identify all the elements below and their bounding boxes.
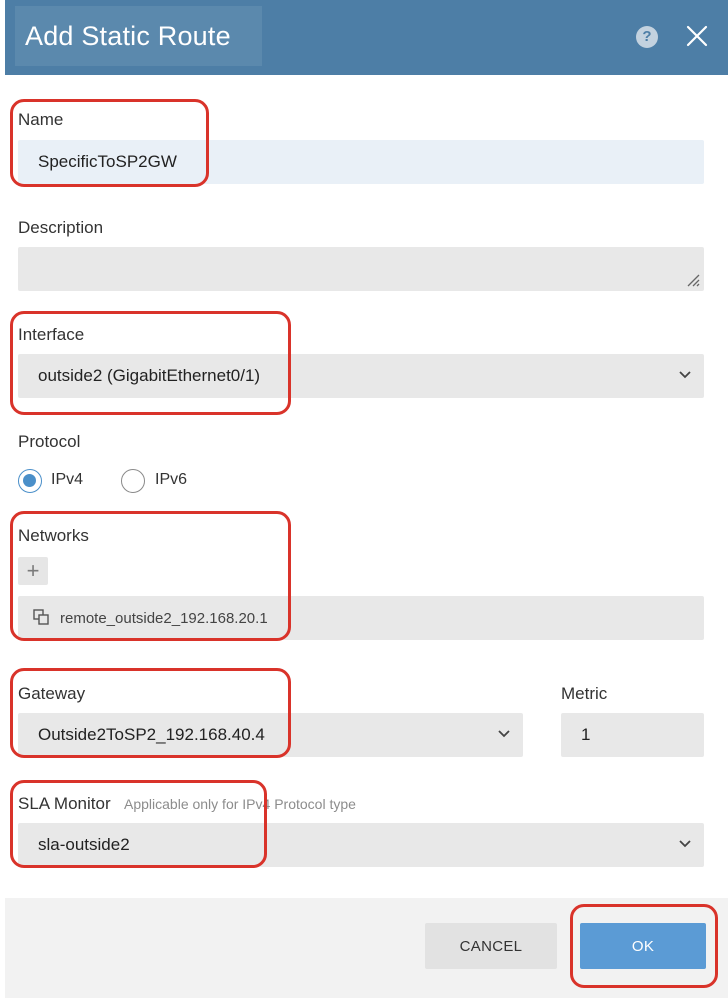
metric-label: Metric [561, 684, 608, 703]
protocol-ipv6-label: IPv6 [155, 471, 188, 488]
description-label: Description [18, 218, 104, 237]
highlight-interface [10, 311, 291, 415]
metric-input[interactable]: 1 [561, 713, 704, 757]
metric-value: 1 [581, 725, 591, 744]
chevron-down-icon [679, 840, 691, 848]
highlight-name [10, 99, 209, 187]
highlight-networks [10, 511, 291, 641]
highlight-sla-monitor [10, 780, 267, 868]
protocol-ipv4-radio[interactable] [18, 469, 42, 493]
highlight-gateway [10, 668, 291, 758]
help-icon[interactable]: ? [636, 26, 658, 48]
highlight-ok [570, 904, 718, 988]
close-icon[interactable] [685, 24, 709, 48]
protocol-label: Protocol [18, 432, 81, 451]
dialog-title-box: Add Static Route [15, 6, 262, 66]
dialog-title: Add Static Route [25, 20, 231, 51]
protocol-ipv4-label: IPv4 [51, 471, 84, 488]
resize-handle-icon[interactable] [684, 271, 700, 287]
dialog-header: Add Static Route ? [5, 0, 728, 75]
description-textarea[interactable] [18, 247, 704, 291]
chevron-down-icon [498, 730, 510, 738]
protocol-ipv6-radio[interactable] [121, 469, 145, 493]
chevron-down-icon [679, 371, 691, 379]
cancel-button[interactable]: CANCEL [425, 923, 557, 969]
